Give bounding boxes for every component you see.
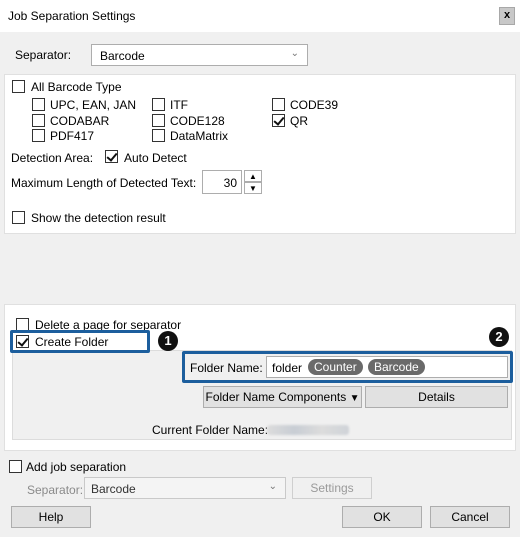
show-result-checkbox[interactable] bbox=[12, 211, 25, 224]
auto-detect-label: Auto Detect bbox=[124, 151, 187, 165]
barcode-upc-checkbox[interactable] bbox=[32, 98, 45, 111]
add-job-label: Add job separation bbox=[26, 460, 127, 474]
callout-badge-2: 2 bbox=[489, 327, 509, 347]
folder-name-components-button[interactable]: Folder Name Components ▼ bbox=[203, 386, 362, 408]
add-job-settings-button[interactable]: Settings bbox=[292, 477, 372, 499]
barcode-pdf417-checkbox[interactable] bbox=[32, 129, 45, 142]
barcode-itf-checkbox[interactable] bbox=[152, 98, 165, 111]
detection-area-label: Detection Area: bbox=[11, 151, 94, 165]
callout-badge-1: 1 bbox=[158, 331, 178, 351]
barcode-itf-label: ITF bbox=[170, 98, 188, 112]
max-length-label: Maximum Length of Detected Text: bbox=[11, 176, 197, 190]
all-barcode-label: All Barcode Type bbox=[31, 80, 122, 94]
create-folder-label: Create Folder bbox=[35, 335, 109, 349]
folder-name-label: Folder Name: bbox=[190, 361, 263, 375]
barcode-upc-label: UPC, EAN, JAN bbox=[50, 98, 137, 112]
chevron-down-icon: ⌄ bbox=[290, 48, 299, 59]
folder-name-prefix: folder bbox=[272, 361, 303, 375]
cancel-button[interactable]: Cancel bbox=[430, 506, 510, 528]
window-title: Job Separation Settings bbox=[8, 9, 136, 23]
add-job-separator-value: Barcode bbox=[91, 482, 136, 496]
close-button[interactable]: x bbox=[499, 7, 515, 25]
add-job-separator-select[interactable]: Barcode ⌄ bbox=[84, 477, 286, 499]
spin-up-button[interactable]: ▲ bbox=[244, 170, 262, 182]
counter-chip[interactable]: Counter bbox=[308, 359, 363, 375]
separator-select-value: Barcode bbox=[100, 49, 145, 63]
barcode-pdf417-label: PDF417 bbox=[50, 129, 95, 143]
barcode-code128-label: CODE128 bbox=[170, 114, 225, 128]
barcode-code128-checkbox[interactable] bbox=[152, 114, 165, 127]
current-folder-label: Current Folder Name: bbox=[152, 423, 269, 437]
auto-detect-checkbox[interactable] bbox=[105, 150, 118, 163]
folder-name-input[interactable]: folder Counter Barcode bbox=[266, 356, 508, 378]
spin-down-button[interactable]: ▼ bbox=[244, 182, 262, 194]
barcode-codabar-label: CODABAR bbox=[50, 114, 110, 128]
add-job-checkbox[interactable] bbox=[9, 460, 22, 473]
max-length-value: 30 bbox=[223, 176, 237, 190]
barcode-code39-checkbox[interactable] bbox=[272, 98, 285, 111]
help-button[interactable]: Help bbox=[11, 506, 91, 528]
folder-name-components-label: Folder Name Components bbox=[205, 390, 347, 404]
barcode-qr-label: QR bbox=[290, 114, 308, 128]
barcode-chip[interactable]: Barcode bbox=[368, 359, 425, 375]
all-barcode-checkbox[interactable] bbox=[12, 80, 25, 93]
details-button[interactable]: Details bbox=[365, 386, 508, 408]
separator-select[interactable]: Barcode ⌄ bbox=[91, 44, 308, 66]
barcode-qr-checkbox[interactable] bbox=[272, 114, 285, 127]
create-folder-checkbox[interactable] bbox=[16, 335, 29, 348]
barcode-datamatrix-label: DataMatrix bbox=[170, 129, 229, 143]
chevron-down-icon: ⌄ bbox=[268, 481, 277, 492]
show-result-label: Show the detection result bbox=[31, 211, 166, 225]
ok-button[interactable]: OK bbox=[342, 506, 422, 528]
barcode-codabar-checkbox[interactable] bbox=[32, 114, 45, 127]
title-bar: Job Separation Settings x bbox=[0, 0, 520, 32]
barcode-code39-label: CODE39 bbox=[290, 98, 339, 112]
add-job-separator-label: Separator: bbox=[27, 483, 84, 497]
max-length-input[interactable]: 30 bbox=[202, 170, 242, 194]
current-folder-value-redacted bbox=[267, 425, 349, 435]
barcode-datamatrix-checkbox[interactable] bbox=[152, 129, 165, 142]
separator-label: Separator: bbox=[15, 48, 72, 62]
dropdown-arrow-icon: ▼ bbox=[349, 393, 360, 404]
